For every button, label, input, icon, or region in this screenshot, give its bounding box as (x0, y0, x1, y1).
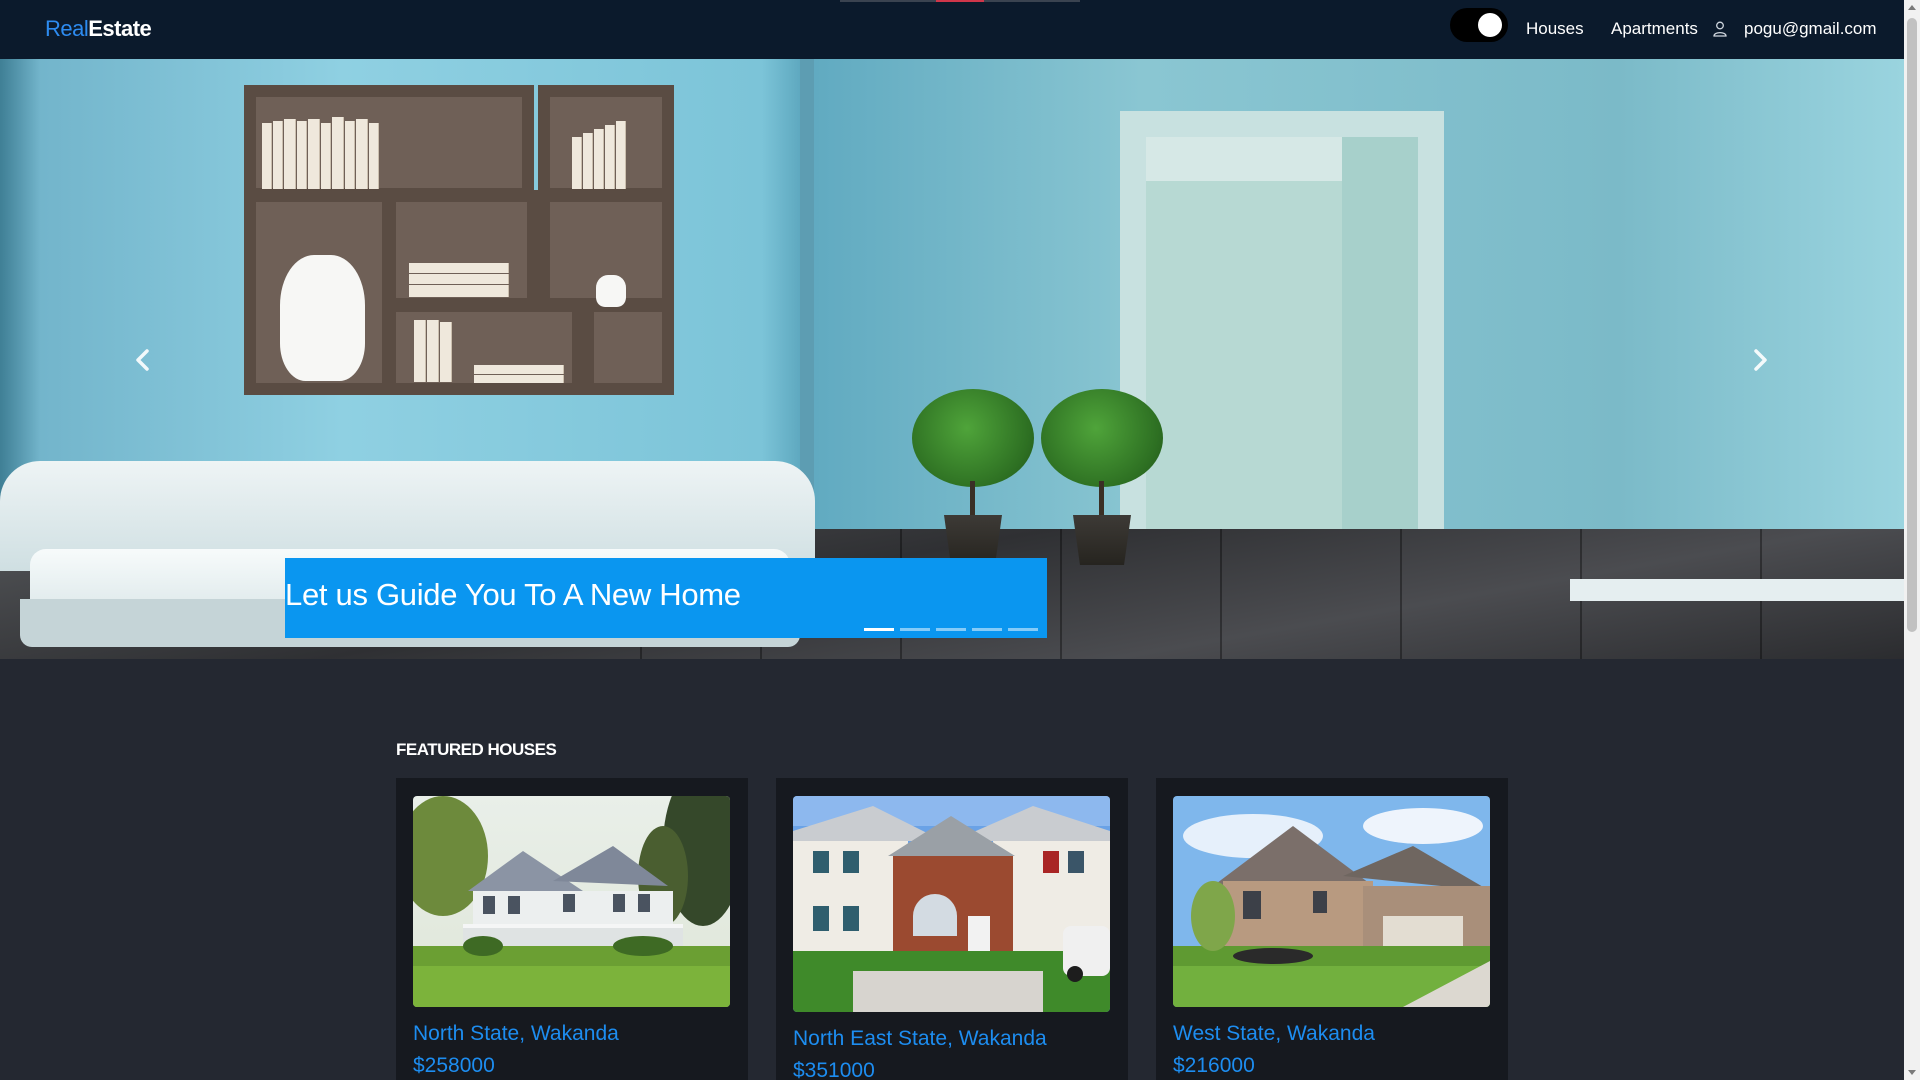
scrollbar-thumb[interactable] (1907, 18, 1917, 632)
hero-caption-panel: Let us Guide You To A New Home (285, 558, 1047, 638)
brand-logo-part-estate: Estate (88, 16, 152, 41)
hero-caption-text: Let us Guide You To A New Home (285, 577, 741, 612)
nav-link-houses[interactable]: Houses (1526, 19, 1584, 39)
user-icon (1713, 21, 1727, 37)
house-photo[interactable] (413, 796, 730, 1007)
chevron-left-icon[interactable] (130, 347, 156, 373)
brand-logo[interactable]: RealEstate (45, 16, 152, 42)
house-price: $216000 (1173, 1054, 1255, 1077)
carousel-indicator-1[interactable] (864, 628, 894, 631)
top-navbar: RealEstate Houses Apartments pogu@gmail.… (0, 0, 1904, 59)
house-photo[interactable] (793, 796, 1110, 1012)
nav-user-email[interactable]: pogu@gmail.com (1744, 19, 1877, 39)
featured-houses-heading: FEATURED HOUSES (396, 740, 557, 759)
house-card[interactable]: North State, Wakanda $258000 (396, 778, 748, 1080)
scroll-up-arrow-icon[interactable] (1908, 5, 1916, 10)
carousel-indicator-5[interactable] (1008, 628, 1038, 631)
carousel-indicator-2[interactable] (900, 628, 930, 631)
carousel-indicator-3[interactable] (936, 628, 966, 631)
theme-toggle-knob (1478, 13, 1502, 37)
theme-toggle[interactable] (1450, 8, 1508, 42)
hero-carousel: Let us Guide You To A New Home (0, 59, 1904, 659)
carousel-indicator-4[interactable] (972, 628, 1002, 631)
scroll-down-arrow-icon[interactable] (1908, 1070, 1916, 1075)
brand-logo-part-real: Real (45, 16, 89, 41)
house-price: $258000 (413, 1054, 495, 1077)
house-location-link[interactable]: West State, Wakanda (1173, 1022, 1375, 1046)
chevron-right-icon[interactable] (1747, 347, 1773, 373)
nav-link-apartments[interactable]: Apartments (1611, 19, 1698, 39)
house-card[interactable]: West State, Wakanda $216000 (1156, 778, 1508, 1080)
house-price: $351000 (793, 1059, 875, 1080)
carousel-indicators (864, 628, 1038, 631)
top-loading-strip (840, 0, 1080, 2)
house-location-link[interactable]: North State, Wakanda (413, 1022, 619, 1046)
house-photo[interactable] (1173, 796, 1490, 1007)
house-location-link[interactable]: North East State, Wakanda (793, 1027, 1047, 1051)
page-scrollbar[interactable] (1904, 0, 1920, 1080)
house-card[interactable]: North East State, Wakanda $351000 (776, 778, 1128, 1080)
